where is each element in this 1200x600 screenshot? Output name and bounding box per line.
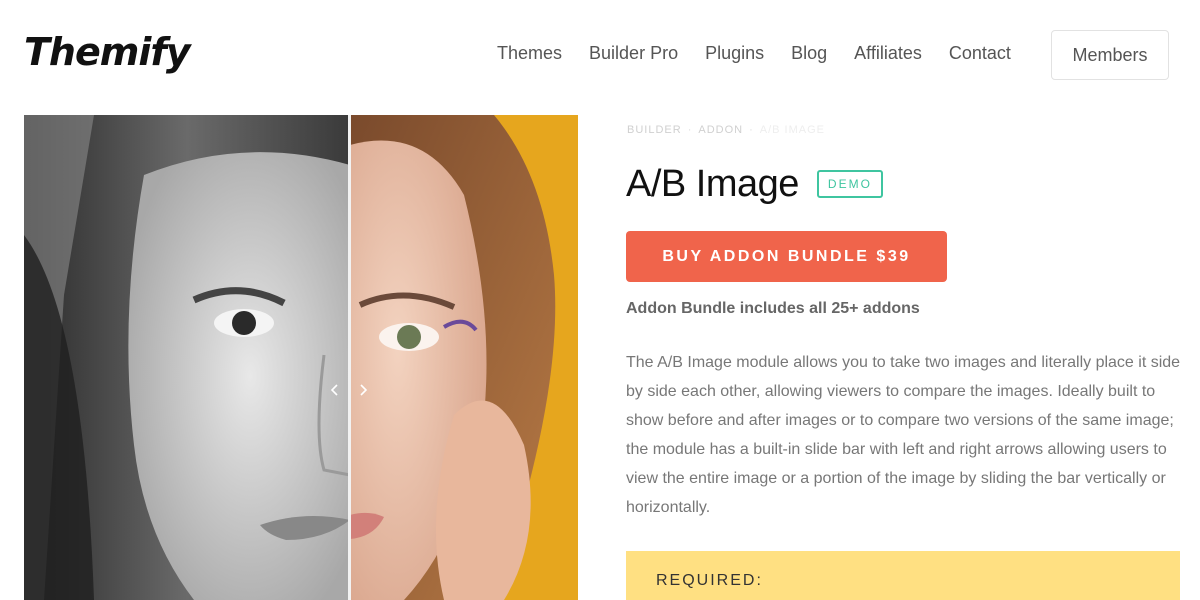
before-image: [24, 115, 351, 600]
ab-image-comparison[interactable]: [24, 115, 578, 600]
buy-addon-bundle-button[interactable]: BUY ADDON BUNDLE $39: [626, 231, 947, 282]
breadcrumb-current: A/B IMAGE: [759, 124, 826, 136]
nav-themes[interactable]: Themes: [497, 43, 562, 64]
comparison-illustration: [24, 115, 578, 600]
breadcrumb-builder[interactable]: BUILDER: [627, 124, 682, 136]
breadcrumb-separator: ·: [687, 124, 693, 136]
title-row: A/B Image DEMO: [626, 163, 883, 206]
required-box: REQUIRED:: [626, 551, 1180, 600]
bundle-note: Addon Bundle includes all 25+ addons: [626, 300, 920, 317]
product-description: The A/B Image module allows you to take …: [626, 354, 1181, 516]
breadcrumb-separator: ·: [749, 124, 754, 136]
breadcrumb: BUILDER · ADDON · A/B IMAGE: [627, 124, 825, 136]
members-button[interactable]: Members: [1051, 30, 1169, 80]
demo-badge[interactable]: DEMO: [816, 169, 883, 198]
after-image: [350, 115, 578, 600]
breadcrumb-addon[interactable]: ADDON: [698, 124, 743, 136]
site-header: Themify Themes Builder Pro Plugins Blog …: [0, 0, 1200, 110]
slider-bar[interactable]: [348, 115, 351, 600]
nav-contact[interactable]: Contact: [949, 43, 1011, 64]
nav-affiliates[interactable]: Affiliates: [854, 43, 922, 64]
page-title: A/B Image: [626, 163, 799, 205]
nav-builder-pro[interactable]: Builder Pro: [589, 43, 678, 64]
main-nav: Themes Builder Pro Plugins Blog Affiliat…: [497, 43, 1038, 64]
nav-plugins[interactable]: Plugins: [705, 43, 764, 64]
required-label: REQUIRED:: [656, 572, 763, 589]
nav-blog[interactable]: Blog: [791, 43, 827, 64]
themify-logo[interactable]: Themify: [24, 30, 191, 74]
